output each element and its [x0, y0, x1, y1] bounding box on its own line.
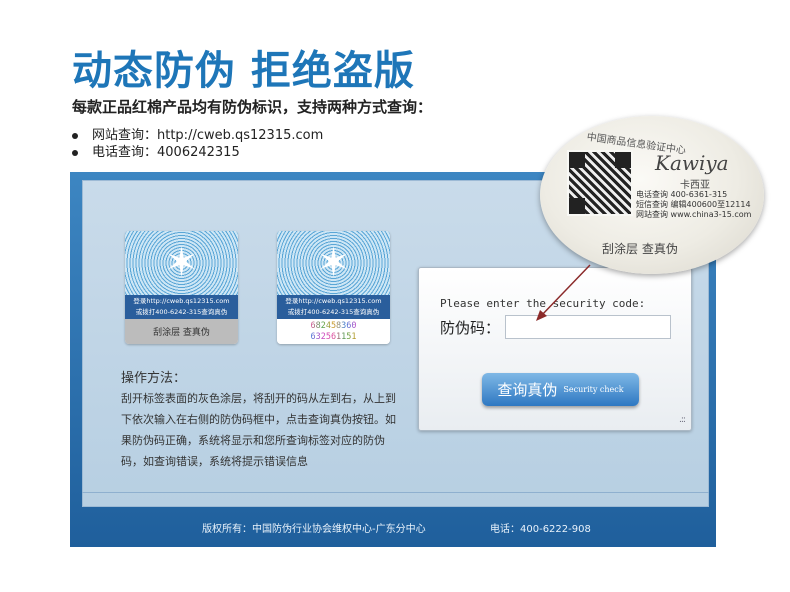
seal-line: 短信查询 编辑400600至12114	[636, 200, 751, 209]
sticker-scratch-sample: ✶ 登录http://cweb.qs12315.com 或拨打400-6242-…	[125, 231, 238, 344]
method-title: 操作方法：	[121, 371, 187, 386]
sticker-revealed-sample: ✶ 登录http://cweb.qs12315.com 或拨打400-6242-…	[277, 231, 390, 344]
subline: 每款正品红棉产品均有防伪标识，支持两种方式查询：	[72, 98, 433, 116]
code-line-2: 632561151	[310, 331, 357, 342]
star-icon: ✶	[164, 240, 199, 286]
bullet-icon	[72, 132, 78, 139]
seal-line: 电话查询 400-6361-315	[636, 190, 728, 199]
sticker-band: 登录http://cweb.qs12315.com 或拨打400-6242-31…	[277, 295, 390, 319]
code-label: 防伪码：	[440, 319, 501, 337]
divider	[82, 492, 709, 493]
bullet-icon	[72, 149, 78, 156]
brand-name: 卡西亚	[680, 180, 710, 191]
list-item: 电话查询：4006242315	[72, 144, 323, 161]
resize-grip-icon: .::	[679, 415, 686, 425]
query-panel	[418, 267, 692, 431]
sticker-band: 登录http://cweb.qs12315.com 或拨打400-6242-31…	[125, 295, 238, 319]
seal-info: 电话查询 400-6361-315 短信查询 编辑400600至12114 网站…	[636, 190, 751, 220]
guilloche-pattern: ✶	[125, 231, 238, 295]
sticker-url: 登录http://cweb.qs12315.com	[285, 297, 382, 305]
seal-line: 网站查询 www.china3-15.com	[636, 210, 752, 219]
sticker-url: 登录http://cweb.qs12315.com	[133, 297, 230, 305]
revealed-code: 682458360 632561151	[277, 319, 390, 344]
list-item: 网站查询：http://cweb.qs12315.com	[72, 127, 323, 144]
headline: 动态防伪 拒绝盗版	[72, 48, 415, 94]
security-check-button[interactable]: 查询真伪 Security check	[482, 373, 639, 406]
copyright-text: 版权所有：中国防伪行业协会维权中心-广东分中心	[202, 524, 426, 535]
brand-signature: Kawiya	[655, 151, 729, 175]
seal-scratch-text: 刮涂层 查真伪	[602, 242, 678, 256]
security-code-input[interactable]	[505, 315, 671, 339]
code-prompt: Please enter the security code:	[440, 297, 646, 310]
sticker-phone: 或拨打400-6242-315查询真伪	[287, 308, 380, 316]
code-line-1: 682458360	[310, 320, 357, 331]
guilloche-pattern: ✶	[277, 231, 390, 295]
query-methods-list: 网站查询：http://cweb.qs12315.com 电话查询：400624…	[72, 127, 323, 161]
scratch-coating: 刮涂层 查真伪	[125, 319, 238, 344]
sticker-phone: 或拨打400-6242-315查询真伪	[135, 308, 228, 316]
website-query: 网站查询：http://cweb.qs12315.com	[92, 128, 324, 143]
qr-code-icon	[567, 150, 633, 216]
method-description: 刮开标签表面的灰色涂层，将刮开的码从左到右，从上到下依次输入在右侧的防伪码框中，…	[121, 392, 396, 468]
star-icon: ✶	[316, 240, 351, 286]
button-label: 查询真伪	[497, 381, 558, 399]
phone-query: 电话查询：4006242315	[92, 145, 240, 160]
footer-phone: 电话：400-6222-908	[490, 524, 591, 535]
button-label-en: Security check	[563, 385, 624, 394]
